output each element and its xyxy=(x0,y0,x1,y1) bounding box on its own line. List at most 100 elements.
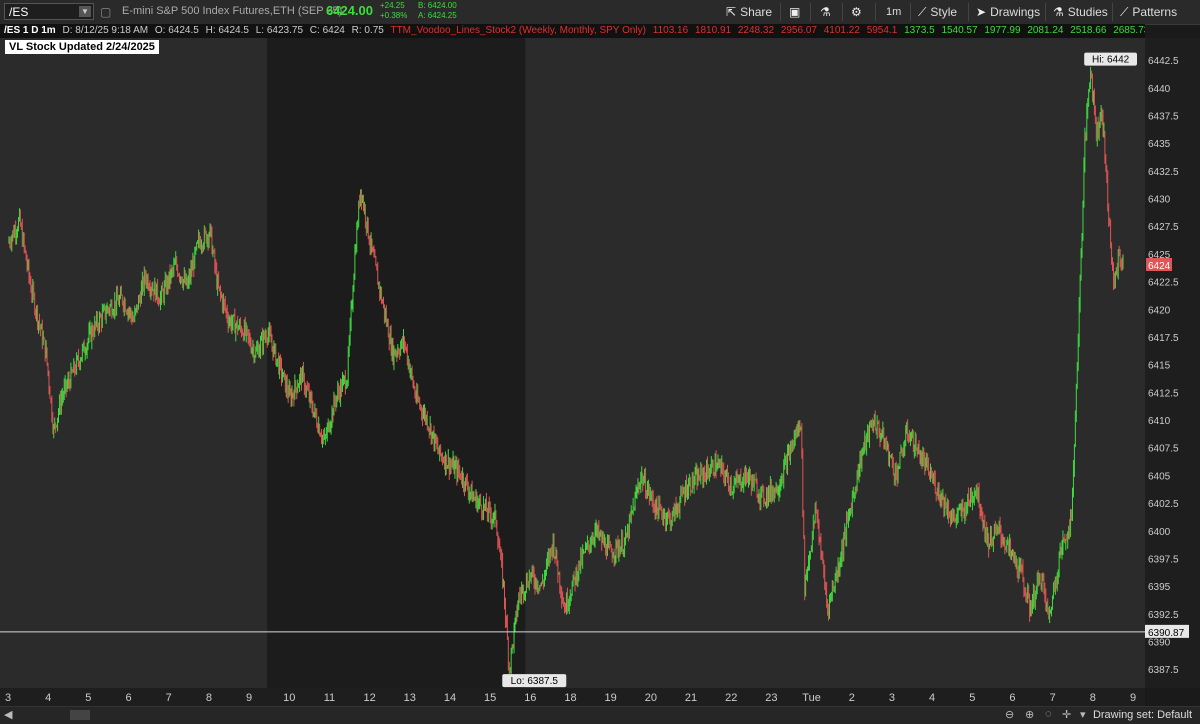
time-tick-label: 2 xyxy=(849,692,855,704)
study-name[interactable]: TTM_Voodoo_Lines_Stock2 (Weekly, Monthly… xyxy=(390,25,646,36)
reset-zoom-icon[interactable]: ◌ xyxy=(1045,708,1052,720)
price-tick-label: 6387.5 xyxy=(1148,665,1179,676)
chart-title: /ES 1 D 1m xyxy=(4,25,56,36)
drawings-button[interactable]: ➤ Drawings xyxy=(976,3,1040,21)
time-tick-label: 6 xyxy=(125,692,131,704)
time-tick-label: 3 xyxy=(5,692,11,704)
zoom-out-icon[interactable]: ⊖ xyxy=(1005,708,1014,721)
price-chart[interactable]: Hi: 6442 Lo: 6387.5 xyxy=(0,38,1145,688)
studies-label: Studies xyxy=(1067,5,1108,19)
time-tick-label: 10 xyxy=(283,692,295,704)
change-value: +24.25 xyxy=(380,1,405,10)
price-tick-label: 6392.5 xyxy=(1148,610,1179,621)
study-level: 2248.32 xyxy=(737,25,775,36)
drawing-set-label[interactable]: Drawing set: Default xyxy=(1093,709,1192,721)
time-tick-label: 14 xyxy=(444,692,456,704)
settings-button[interactable]: ⚙ xyxy=(851,3,866,21)
timeframe-button[interactable]: 1m xyxy=(886,3,901,21)
timeframe-label: 1m xyxy=(886,6,902,18)
style-button[interactable]: ⟋ Style xyxy=(918,3,957,21)
price-tick-label: 6405 xyxy=(1148,471,1171,482)
symbol-lookup-icon[interactable]: ▢ xyxy=(100,3,111,21)
chart-info-bar: /ES 1 D 1m D: 8/12/25 9:18 AM O: 6424.5 … xyxy=(0,24,1145,38)
symbol-value: /ES xyxy=(9,5,29,19)
share-button[interactable]: ⇱ Share xyxy=(726,3,772,21)
flask-button[interactable]: ⚗ xyxy=(820,3,835,21)
time-tick-label: 22 xyxy=(725,692,737,704)
hline-price-tag-label: 6390.87 xyxy=(1148,628,1185,639)
study-level: 1540.57 xyxy=(941,25,978,36)
time-tick-label: 4 xyxy=(929,692,935,704)
low-price-label: Lo: 6387.5 xyxy=(502,674,567,688)
price-tick-label: 6407.5 xyxy=(1148,444,1179,455)
time-tick-label: 18 xyxy=(564,692,576,704)
study-level: 4101.22 xyxy=(823,25,860,36)
time-tick-label: 20 xyxy=(645,692,657,704)
session-shading xyxy=(267,38,526,688)
price-tick-label: 6412.5 xyxy=(1148,388,1179,399)
ask-value: A: 6424.25 xyxy=(418,11,457,20)
patterns-button[interactable]: ⟋ Patterns xyxy=(1120,3,1177,21)
svg-text:Hi: 6442: Hi: 6442 xyxy=(1092,55,1130,66)
time-tick-label: 3 xyxy=(889,692,895,704)
price-tick-label: 6427.5 xyxy=(1148,222,1179,233)
time-tick-label: 9 xyxy=(246,692,252,704)
last-price: 6424.00 xyxy=(326,3,373,18)
price-tick-label: 6430 xyxy=(1148,195,1171,206)
scroll-left-icon[interactable]: ◀ xyxy=(4,708,12,721)
bar-range: R: 0.75 xyxy=(351,25,384,36)
symbol-dropdown-icon[interactable]: ▼ xyxy=(79,6,91,17)
study-level: 1810.91 xyxy=(694,25,732,36)
price-tick-label: 6400 xyxy=(1148,527,1171,538)
time-tick-label: 21 xyxy=(685,692,697,704)
price-tick-label: 6442.5 xyxy=(1148,56,1179,67)
price-tick-label: 6410 xyxy=(1148,416,1171,427)
change-percent: +0.38% xyxy=(380,11,408,20)
bar-high: H: 6424.5 xyxy=(205,25,249,36)
studies-button[interactable]: ⚗ Studies xyxy=(1053,3,1108,21)
study-level: 5954.1 xyxy=(866,25,898,36)
price-tick-label: 6397.5 xyxy=(1148,554,1179,565)
bid-ask: B: 6424.00 A: 6424.25 xyxy=(418,1,457,21)
price-tick-label: 6420 xyxy=(1148,305,1171,316)
instrument-description: E-mini S&P 500 Index Futures,ETH (SEP 25… xyxy=(122,5,343,17)
study-level: 2518.66 xyxy=(1070,25,1107,36)
price-change: +24.25 +0.38% xyxy=(380,1,407,21)
time-tick-label: 11 xyxy=(324,692,335,704)
study-level: 1373.5 xyxy=(904,25,935,36)
price-axis[interactable]: 6442.564406437.564356432.564306427.56425… xyxy=(1145,38,1200,688)
status-bar: ◀ ⊖ ⊕ ◌ ✛ ▾ Drawing set: Default xyxy=(0,706,1200,724)
style-label: Style xyxy=(930,5,958,19)
price-tick-label: 6422.5 xyxy=(1148,278,1179,289)
chart-style-icon: ⟋ xyxy=(918,5,927,19)
zoom-in-icon[interactable]: ⊕ xyxy=(1025,708,1034,721)
svg-text:Lo: 6387.5: Lo: 6387.5 xyxy=(511,676,559,687)
time-tick-label: 4 xyxy=(45,692,51,704)
price-tick-label: 6415 xyxy=(1148,361,1171,372)
gear-icon: ⚙ xyxy=(851,5,862,19)
price-tick-label: 6437.5 xyxy=(1148,112,1179,123)
time-tick-label: 16 xyxy=(524,692,536,704)
share-label: Share xyxy=(740,5,773,19)
study-status-label: VL Stock Updated 2/24/2025 xyxy=(5,40,159,54)
time-tick-label: Tue xyxy=(802,692,821,704)
save-image-button[interactable]: ▣ xyxy=(789,3,804,21)
price-tick-label: 6435 xyxy=(1148,139,1171,150)
price-tick-label: 6432.5 xyxy=(1148,167,1179,178)
time-axis[interactable]: 3 4 5 6 7 8 9 10 11 12 13 14 15 16 18 19 20 21 22 23 Tue 2 3 4 5… xyxy=(0,688,1145,706)
price-tick-label: 6395 xyxy=(1148,582,1171,593)
flask-icon: ⚗ xyxy=(820,5,831,19)
toolbar-divider xyxy=(910,3,911,21)
crosshair-icon[interactable]: ✛ xyxy=(1062,708,1071,721)
camera-icon: ▣ xyxy=(789,5,801,19)
study-level: 2081.24 xyxy=(1027,25,1064,36)
collapse-icon[interactable]: ▾ xyxy=(1080,708,1086,721)
time-tick-label: 12 xyxy=(363,692,375,704)
high-price-label: Hi: 6442 xyxy=(1084,52,1137,66)
study-level: 2956.07 xyxy=(780,25,817,36)
bar-date: D: 8/12/25 9:18 AM xyxy=(62,25,149,36)
scroll-thumb[interactable] xyxy=(70,710,90,720)
symbol-input[interactable]: /ES ▼ xyxy=(4,3,94,20)
time-tick-label: 23 xyxy=(765,692,777,704)
toolbar-divider xyxy=(875,3,876,21)
